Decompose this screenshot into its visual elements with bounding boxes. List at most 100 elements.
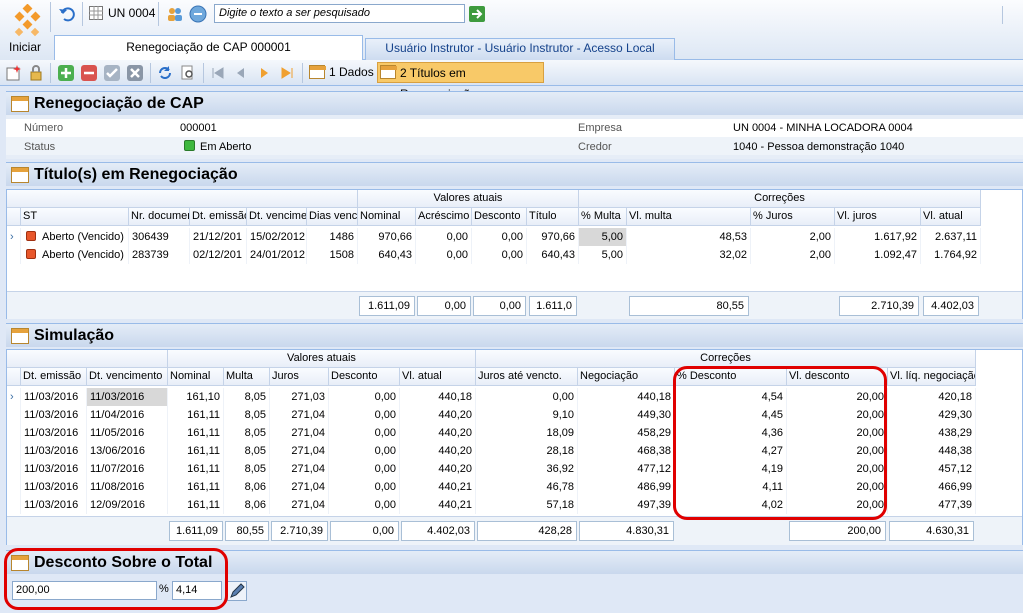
table-cell: 440,20 <box>400 442 476 460</box>
titulos-group-correcoes: Correções <box>579 190 981 208</box>
row-selector-header <box>7 208 21 226</box>
sim-group-blank <box>7 350 168 368</box>
total-vl_liq: 4.630,31 <box>889 521 974 541</box>
table-cell: 0,00 <box>329 424 400 442</box>
table-cell: 161,11 <box>168 496 224 514</box>
table-cell[interactable]: 11/05/2016 <box>87 424 168 442</box>
table-cell: 0,00 <box>329 460 400 478</box>
titulos-col-header[interactable]: % Juros <box>751 208 835 226</box>
table-cell: 5,00 <box>579 246 627 264</box>
dados-tab-button[interactable]: 1 Dados <box>307 62 374 83</box>
row-indicator <box>7 460 21 478</box>
search-input[interactable]: Digite o texto a ser pesquisado <box>214 4 465 23</box>
new-record-icon[interactable] <box>6 65 22 81</box>
table-cell[interactable]: 11/03/2016 <box>87 388 168 406</box>
table-cell: 48,53 <box>627 228 751 246</box>
table-cell: 11/03/2016 <box>21 478 87 496</box>
header-fields: Número 000001 Status Em Aberto Empresa U… <box>6 115 1023 159</box>
highlight-ring-desconto-cols <box>673 366 887 520</box>
app-logo-icon[interactable] <box>10 4 44 38</box>
total-nominal: 1.611,09 <box>359 296 415 316</box>
titulos-col-header[interactable]: Dt. emissão <box>190 208 247 226</box>
simulacao-section-title: Simulação <box>6 323 1023 347</box>
titulos-col-header[interactable]: ST <box>21 208 129 226</box>
add-icon[interactable] <box>58 65 74 81</box>
titulos-tab-button[interactable]: 2 Títulos em Renegociação <box>377 62 544 101</box>
titulos-col-header[interactable]: Dias venc <box>307 208 358 226</box>
sim-col-header[interactable]: Dt. emissão <box>21 368 87 386</box>
remove-icon[interactable] <box>81 65 97 81</box>
sim-col-header[interactable]: Vl. líq. negociação <box>888 368 976 386</box>
status-overdue-icon <box>26 231 36 241</box>
table-cell: 161,11 <box>168 406 224 424</box>
table-cell[interactable]: 11/04/2016 <box>87 406 168 424</box>
row-indicator <box>7 496 21 514</box>
table-cell: 271,04 <box>270 424 329 442</box>
table-cell: 11/03/2016 <box>21 406 87 424</box>
titulos-col-header[interactable]: Vl. atual <box>921 208 981 226</box>
cancel-icon[interactable] <box>127 65 143 81</box>
table-cell: 449,30 <box>578 406 675 424</box>
minimize-icon[interactable] <box>189 5 207 23</box>
titulos-col-header[interactable]: Desconto <box>472 208 527 226</box>
unit-label[interactable]: UN 0004 <box>108 6 155 20</box>
titulos-col-header[interactable]: % Multa <box>579 208 627 226</box>
tab-renegociacao[interactable]: Renegociação de CAP 000001 <box>54 35 363 60</box>
table-cell: 440,20 <box>400 460 476 478</box>
previous-record-icon[interactable] <box>233 65 249 81</box>
row-selector-header <box>7 368 21 386</box>
topbar-spacer <box>1002 6 1020 24</box>
sim-col-header[interactable]: Desconto <box>329 368 400 386</box>
table-cell[interactable]: 11/07/2016 <box>87 460 168 478</box>
table-cell: 466,99 <box>888 478 976 496</box>
table-cell: 970,66 <box>527 228 579 246</box>
table-cell[interactable]: 12/09/2016 <box>87 496 168 514</box>
titulos-col-header[interactable]: Título <box>527 208 579 226</box>
titulos-col-header[interactable]: Nominal <box>358 208 416 226</box>
edit-pencil-icon[interactable] <box>227 581 247 601</box>
table-cell: Aberto (Vencido) <box>21 228 129 246</box>
total-nominal: 1.611,09 <box>169 521 223 541</box>
titulos-col-header[interactable]: Vl. multa <box>627 208 751 226</box>
table-cell: 18,09 <box>476 424 578 442</box>
titulos-col-header[interactable]: Dt. vencime <box>247 208 307 226</box>
sim-col-header[interactable]: Negociação <box>578 368 675 386</box>
titulos-col-header[interactable]: Vl. juros <box>835 208 921 226</box>
users-icon[interactable] <box>166 5 184 23</box>
last-record-icon[interactable] <box>279 65 295 81</box>
total-juros_ate: 428,28 <box>477 521 577 541</box>
table-cell: 161,11 <box>168 460 224 478</box>
table-cell: 24/01/2012 <box>247 246 307 264</box>
undo-icon[interactable] <box>58 5 76 23</box>
sim-col-header[interactable]: Nominal <box>168 368 224 386</box>
status-green-icon <box>184 140 195 151</box>
table-icon <box>11 96 29 112</box>
sim-col-header[interactable]: Juros <box>270 368 329 386</box>
first-record-icon[interactable] <box>210 65 226 81</box>
tab-usuario-instrutor[interactable]: Usuário Instrutor - Usuário Instrutor - … <box>365 38 675 60</box>
table-cell: 970,66 <box>358 228 416 246</box>
total-titulo: 1.611,0 <box>529 296 577 316</box>
sim-col-header[interactable]: Juros até vencto. <box>476 368 578 386</box>
table-cell: 57,18 <box>476 496 578 514</box>
refresh-icon[interactable] <box>157 65 173 81</box>
titulos-col-header[interactable]: Nr. documer <box>129 208 190 226</box>
row-indicator <box>7 478 21 496</box>
next-record-icon[interactable] <box>256 65 272 81</box>
confirm-icon[interactable] <box>104 65 120 81</box>
lock-icon[interactable] <box>28 65 44 81</box>
sim-col-header[interactable]: Multa <box>224 368 270 386</box>
table-cell: 8,05 <box>224 442 270 460</box>
search-go-icon[interactable] <box>469 6 485 22</box>
table-cell: 0,00 <box>416 246 472 264</box>
table-cell[interactable]: 13/06/2016 <box>87 442 168 460</box>
titulos-col-header[interactable]: Acréscimo <box>416 208 472 226</box>
table-cell: 477,12 <box>578 460 675 478</box>
table-cell: 486,99 <box>578 478 675 496</box>
table-cell[interactable]: 11/08/2016 <box>87 478 168 496</box>
preview-icon[interactable] <box>180 65 196 81</box>
iniciar-button[interactable]: Iniciar <box>9 40 41 54</box>
sim-col-header[interactable]: Vl. atual <box>400 368 476 386</box>
tab-strip: Renegociação de CAP 000001 Usuário Instr… <box>54 34 1023 60</box>
sim-col-header[interactable]: Dt. vencimento <box>87 368 168 386</box>
